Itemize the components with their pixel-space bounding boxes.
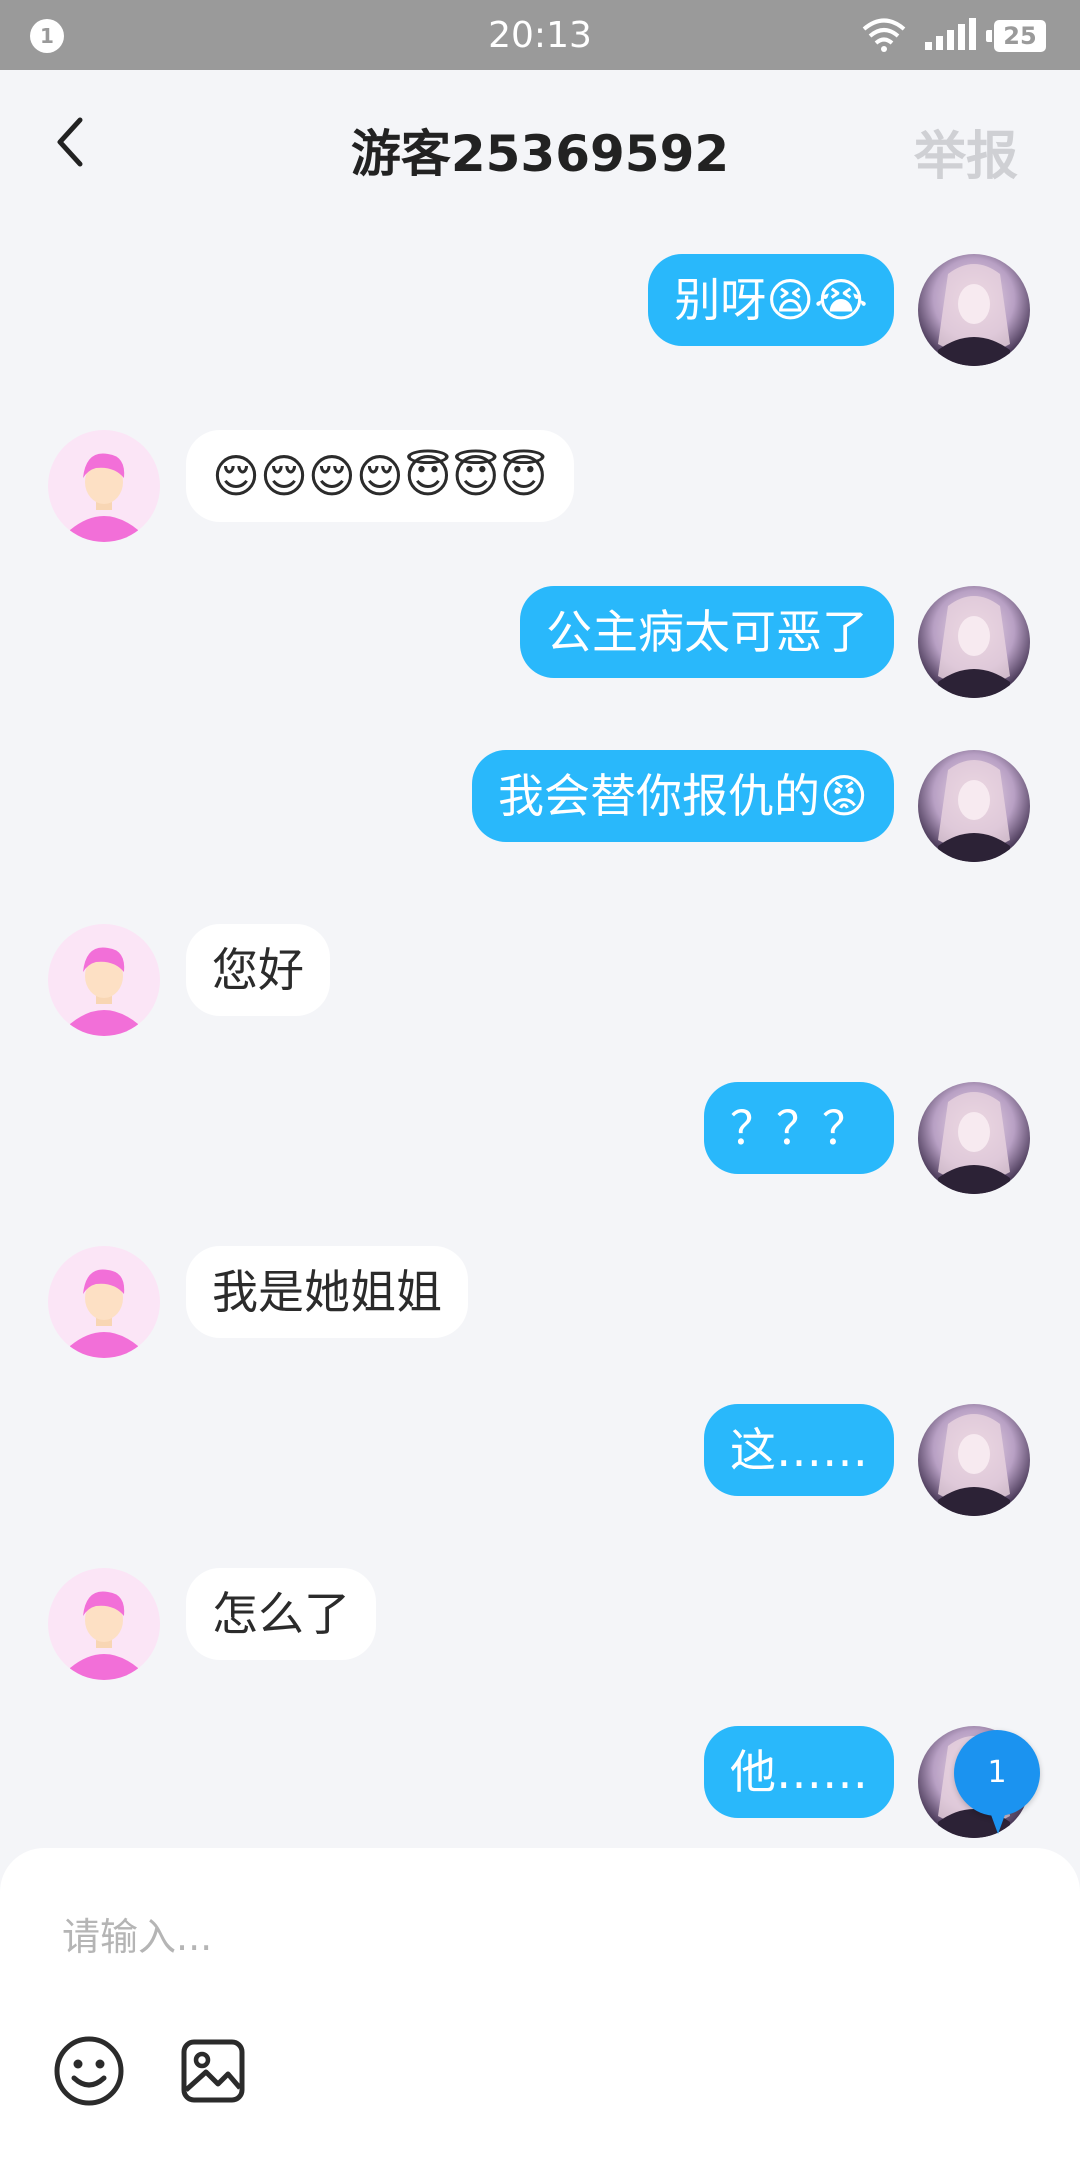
my-avatar[interactable] <box>918 586 1030 698</box>
message-bubble-incoming[interactable]: 我是她姐姐 <box>186 1246 468 1338</box>
message-bubble-outgoing[interactable]: 我会替你报仇的😡 <box>472 750 894 842</box>
contact-avatar[interactable] <box>48 1246 160 1358</box>
message-bubble-outgoing[interactable]: ？？？ <box>704 1082 894 1174</box>
unread-count-badge[interactable]: 1 <box>954 1730 1040 1834</box>
contact-avatar[interactable] <box>48 924 160 1036</box>
status-time: 20:13 <box>488 15 592 56</box>
my-avatar[interactable] <box>918 1082 1030 1194</box>
image-icon[interactable] <box>176 2034 250 2108</box>
message-bubble-outgoing[interactable]: 这…… <box>704 1404 894 1496</box>
message-bubble-outgoing[interactable]: 他…… <box>704 1726 894 1818</box>
signal-icon <box>925 18 976 50</box>
message-bubble-outgoing[interactable]: 公主病太可恶了 <box>520 586 894 678</box>
contact-avatar[interactable] <box>48 430 160 542</box>
message-bubble-incoming[interactable]: 😌😌😌😌😇😇😇 <box>186 430 574 522</box>
my-avatar[interactable] <box>918 750 1030 862</box>
status-bar: 1 20:13 25 <box>0 0 1080 70</box>
battery-icon: 25 <box>986 20 1046 52</box>
wifi-icon <box>862 18 906 52</box>
message-bubble-incoming[interactable]: 怎么了 <box>186 1568 376 1660</box>
my-avatar[interactable] <box>918 254 1030 366</box>
my-avatar[interactable] <box>918 1404 1030 1516</box>
message-bubble-incoming[interactable]: 您好 <box>186 924 330 1016</box>
composer-panel <box>0 1848 1080 2160</box>
report-button[interactable]: 举报 <box>914 114 1018 189</box>
nav-bar: 游客25369592 举报 <box>0 70 1080 220</box>
message-bubble-outgoing[interactable]: 别呀😫😭 <box>648 254 894 346</box>
smiley-icon[interactable] <box>52 2034 126 2108</box>
contact-avatar[interactable] <box>48 1568 160 1680</box>
message-input[interactable] <box>62 1902 962 1972</box>
